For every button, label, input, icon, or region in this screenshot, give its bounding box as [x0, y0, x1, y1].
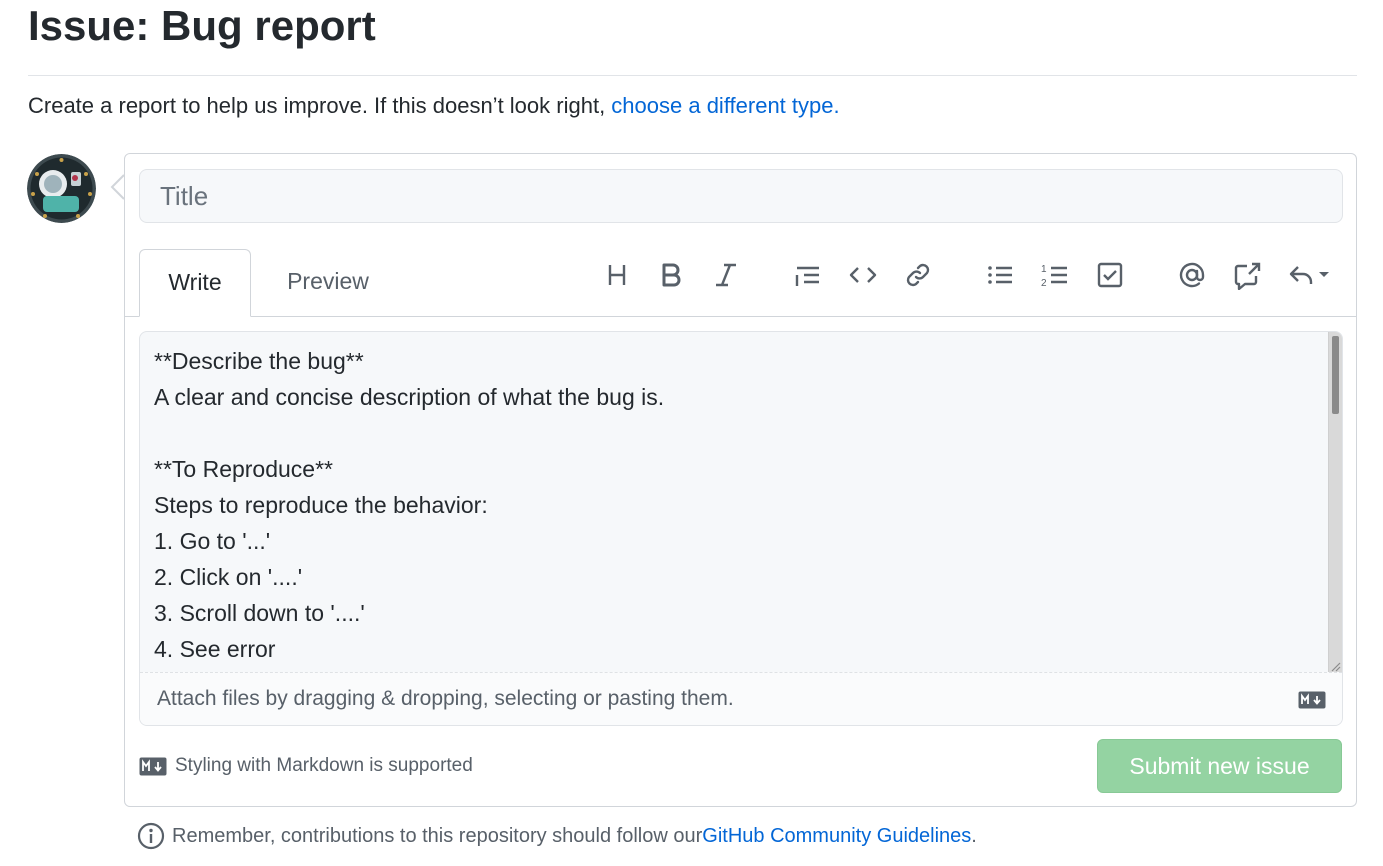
- attach-files-hint: Attach files by dragging & dropping, sel…: [157, 687, 734, 710]
- task-list-icon: [1097, 262, 1123, 288]
- svg-text:2: 2: [1041, 278, 1047, 289]
- page-intro: Create a report to help us improve. If t…: [28, 92, 840, 120]
- markdown-icon: [139, 757, 167, 775]
- community-guidelines-link[interactable]: GitHub Community Guidelines: [702, 825, 971, 848]
- link-icon: [906, 263, 930, 287]
- italic-icon: [716, 263, 736, 287]
- cross-reference-icon: [1234, 262, 1261, 290]
- link-button[interactable]: [900, 257, 936, 293]
- bold-icon: [662, 263, 681, 287]
- svg-text:1: 1: [1041, 264, 1047, 275]
- title-divider: [28, 75, 1357, 76]
- attach-files-bar[interactable]: Attach files by dragging & dropping, sel…: [140, 672, 1342, 725]
- quote-button[interactable]: [790, 257, 826, 293]
- reply-icon: [1289, 266, 1329, 284]
- issue-body-editor: **Describe the bug** A clear and concise…: [139, 331, 1343, 726]
- heading-button[interactable]: [599, 257, 635, 293]
- code-icon: [849, 267, 877, 283]
- user-avatar[interactable]: [27, 154, 96, 223]
- tab-preview[interactable]: Preview: [265, 249, 391, 317]
- info-icon: [137, 822, 165, 850]
- resize-handle-icon[interactable]: [1329, 660, 1341, 672]
- tab-write[interactable]: Write: [139, 249, 251, 317]
- choose-different-type-link[interactable]: choose a different type.: [611, 93, 839, 118]
- markdown-support-text[interactable]: Styling with Markdown is supported: [175, 755, 473, 777]
- issue-body-textarea[interactable]: **Describe the bug** A clear and concise…: [140, 332, 1328, 672]
- cross-reference-button[interactable]: [1229, 257, 1265, 293]
- submit-new-issue-button[interactable]: Submit new issue: [1097, 739, 1342, 793]
- mention-icon: [1179, 262, 1205, 288]
- italic-button[interactable]: [708, 257, 744, 293]
- issue-composer: Write Preview 12: [124, 153, 1357, 807]
- task-list-button[interactable]: [1092, 257, 1128, 293]
- bullet-list-icon: [988, 266, 1012, 284]
- intro-text: Create a report to help us improve. If t…: [28, 93, 612, 118]
- bullet-list-button[interactable]: [982, 257, 1018, 293]
- contribution-notice-suffix: .: [971, 824, 977, 847]
- numbered-list-button[interactable]: 12: [1037, 257, 1073, 293]
- numbered-list-icon: 12: [1041, 264, 1067, 289]
- quote-icon: [795, 266, 819, 286]
- heading-icon: [608, 265, 626, 285]
- editor-scrollbar[interactable]: [1328, 332, 1342, 672]
- contribution-notice-text: Remember, contributions to this reposito…: [172, 824, 703, 847]
- page-title: Issue: Bug report: [28, 2, 376, 49]
- mention-button[interactable]: [1174, 257, 1210, 293]
- markdown-support-note: Styling with Markdown is supported: [139, 751, 473, 781]
- markdown-icon: [1298, 691, 1326, 709]
- issue-title-input[interactable]: [139, 169, 1343, 223]
- saved-replies-button[interactable]: [1284, 257, 1334, 293]
- code-button[interactable]: [845, 257, 881, 293]
- contribution-notice: Remember, contributions to this reposito…: [137, 821, 977, 851]
- bold-button[interactable]: [653, 257, 689, 293]
- editor-scrollbar-thumb[interactable]: [1332, 336, 1339, 414]
- editor-tabs: Write Preview 12: [125, 249, 1356, 317]
